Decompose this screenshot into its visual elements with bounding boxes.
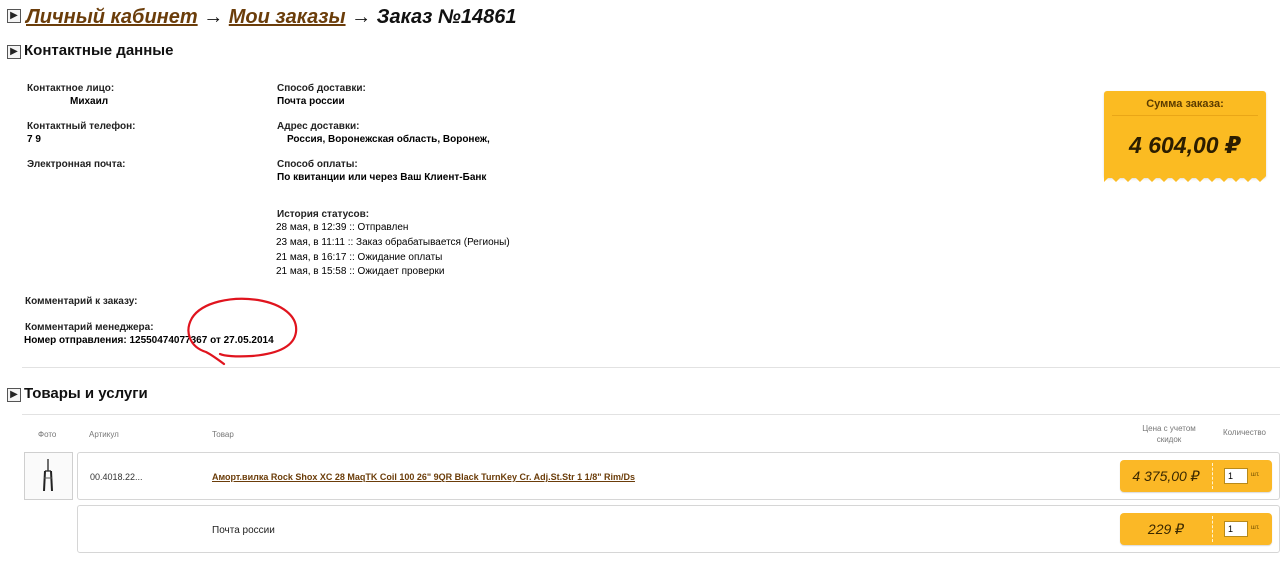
annotation-circle [187,297,298,366]
table-row: 00.4018.22... Аморт.вилка Rock Shox XC 2… [77,452,1280,500]
delivery-address-label: Адрес доставки: [277,121,360,132]
quantity-unit: шт. [1251,472,1260,478]
row-price-box: 229 ₽ шт. [1120,513,1272,545]
price-separator [1212,463,1213,489]
row-price: 229 ₽ [1147,521,1185,537]
column-header-quantity: Количество [1223,428,1266,437]
status-history-item: 28 мая, в 12:39 :: Отправлен [276,222,409,233]
contact-person-value: Михаил [70,96,109,107]
contact-phone-label: Контактный телефон: [27,121,136,132]
row-article: 00.4018.22... [90,472,143,482]
goods-section-toggle-icon[interactable]: ▶ [7,388,21,402]
breadcrumb-toggle-icon[interactable]: ▶ [7,9,21,23]
quantity-input[interactable] [1224,521,1248,537]
column-header-product: Товар [212,430,234,439]
status-history-item: 21 мая, в 16:17 :: Ожидание оплаты [276,252,443,263]
status-history-item: 23 мая, в 11:11 :: Заказ обрабатывается … [276,237,510,248]
quantity-unit: шт. [1251,525,1260,531]
order-total-label: Сумма заказа: [1146,98,1224,110]
order-total-zigzag-edge [1104,174,1266,182]
row-product-name: Почта россии [212,525,275,536]
contact-phone-value: 7 9 [27,134,41,145]
product-photo[interactable] [24,452,73,500]
delivery-address-value: Россия, Воронежская область, Воронеж, [287,134,490,145]
manager-comment-label: Комментарий менеджера: [25,322,154,333]
payment-method-value: По квитанции или через Ваш Клиент-Банк [277,172,487,183]
goods-header-divider [22,414,1280,415]
payment-method-label: Способ оплаты: [277,159,358,170]
goods-section-title: Товары и услуги [24,385,148,402]
breadcrumb-link-orders[interactable]: Мои заказы [229,6,346,28]
fork-image [43,459,53,492]
column-header-price: Цена с учетом скидок [1142,424,1196,444]
contact-section-toggle-icon[interactable]: ▶ [7,45,21,59]
status-history-label: История статусов: [277,209,370,220]
price-separator [1212,516,1213,542]
delivery-method-value: Почта россии [277,96,345,107]
breadcrumb-link-cabinet[interactable]: Личный кабинет [26,6,198,28]
order-comment-label: Комментарий к заказу: [25,296,138,307]
breadcrumb: Личный кабинет → Мои заказы → Заказ №148… [26,6,516,29]
section-divider [22,367,1280,368]
row-product-link[interactable]: Аморт.вилка Rock Shox XC 28 MaqTK Coil 1… [212,472,635,482]
order-total-value: 4 604,00 ₽ [1129,132,1241,158]
row-price-box: 4 375,00 ₽ шт. [1120,460,1272,492]
contact-person-label: Контактное лицо: [27,83,115,94]
column-header-photo: Фото [38,430,57,439]
column-header-article: Артикул [89,430,119,439]
table-row: Почта россии 229 ₽ шт. [77,505,1280,553]
row-price: 4 375,00 ₽ [1132,468,1200,484]
breadcrumb-separator: → [203,6,224,28]
contact-email-label: Электронная почта: [27,159,126,170]
order-total-box: Сумма заказа: 4 604,00 ₽ [1104,91,1266,178]
breadcrumb-current: Заказ №14861 [376,6,517,28]
contact-section-title: Контактные данные [24,42,174,59]
status-history-item: 21 мая, в 15:58 :: Ожидает проверки [276,266,445,277]
delivery-method-label: Способ доставки: [277,83,366,94]
quantity-input[interactable] [1224,468,1248,484]
breadcrumb-separator: → [351,6,372,28]
